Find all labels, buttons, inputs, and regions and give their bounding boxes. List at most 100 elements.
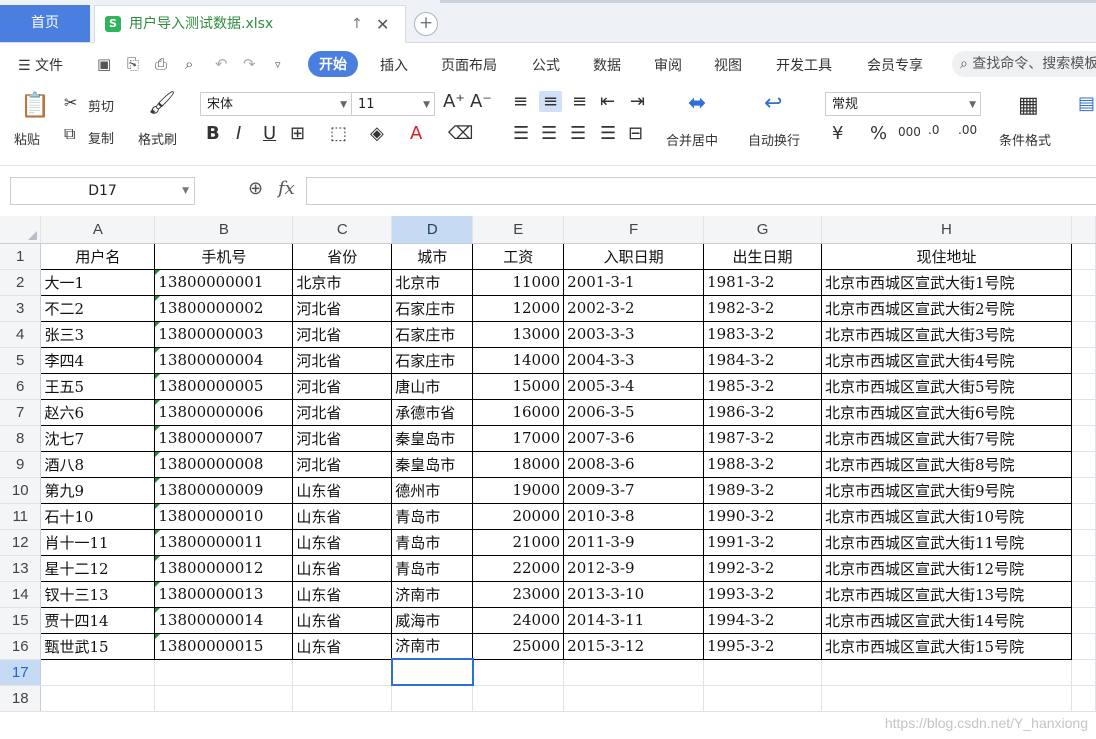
cell[interactable]: 山东省 (292, 476, 393, 504)
cell[interactable] (703, 659, 823, 686)
paste-button[interactable]: 粘贴 (14, 129, 40, 148)
tab-file[interactable]: S 用户导入测试数据.xlsx ↑ ✕ (94, 5, 406, 43)
cell[interactable]: 2010-3-8 (563, 502, 705, 530)
cell[interactable]: 20000 (472, 502, 565, 530)
cell[interactable]: 济南市 (391, 580, 474, 608)
copy-button[interactable]: 复制 (88, 128, 114, 147)
cell[interactable]: 大一1 (40, 268, 156, 296)
cell[interactable] (292, 659, 393, 686)
justify-icon[interactable]: ☰ (600, 123, 616, 144)
row-header[interactable]: 8 (0, 425, 42, 452)
cell[interactable]: 北京市西城区宣武大街10号院 (821, 502, 1072, 530)
paste-icon[interactable]: 📋 (20, 91, 50, 119)
cell[interactable]: 13800000004 (154, 346, 294, 374)
cell[interactable]: 1985-3-2 (703, 372, 823, 400)
cell[interactable]: 13800000011 (154, 528, 294, 556)
cell[interactable]: 北京市西城区宣武大街5号院 (821, 372, 1072, 400)
cell[interactable]: 2007-3-6 (563, 424, 705, 452)
customize-toolbar-icon[interactable]: ▿ (275, 58, 281, 71)
cell[interactable]: 肖十一11 (40, 528, 156, 556)
header-cell[interactable]: 出生日期 (703, 242, 823, 270)
row-header[interactable]: 17 (0, 659, 42, 686)
cell[interactable] (563, 659, 705, 686)
tab-review[interactable]: 审阅 (654, 55, 682, 75)
tab-formula[interactable]: 公式 (532, 55, 560, 75)
column-header-b[interactable]: B (154, 216, 294, 244)
column-header-e[interactable]: E (472, 216, 565, 244)
cell[interactable]: 2013-3-10 (563, 580, 705, 608)
cell[interactable]: 14000 (472, 346, 565, 374)
command-search[interactable]: ⌕ 查找命令、搜索模板 (952, 51, 1096, 77)
row-header[interactable]: 4 (0, 321, 42, 348)
cell[interactable]: 唐山市 (391, 372, 474, 400)
cell[interactable]: 1990-3-2 (703, 502, 823, 530)
cell[interactable]: 德州市 (391, 476, 474, 504)
cell[interactable]: 北京市西城区宣武大街11号院 (821, 528, 1072, 556)
cell[interactable]: 王五5 (40, 372, 156, 400)
row-header[interactable]: 6 (0, 373, 42, 400)
merge-center-icon[interactable]: ⬌ (688, 91, 706, 116)
header-cell[interactable]: 省份 (292, 242, 393, 270)
decrease-indent-icon[interactable]: ⇤ (600, 91, 615, 112)
row-header[interactable]: 5 (0, 347, 42, 374)
row-header[interactable]: 11 (0, 503, 42, 530)
cell[interactable]: 2004-3-3 (563, 346, 705, 374)
cell[interactable]: 13800000007 (154, 424, 294, 452)
cell[interactable]: 1989-3-2 (703, 476, 823, 504)
row-header[interactable]: 14 (0, 581, 42, 608)
tab-data[interactable]: 数据 (593, 55, 621, 75)
cell[interactable]: 北京市西城区宣武大街4号院 (821, 346, 1072, 374)
cell[interactable]: 1983-3-2 (703, 320, 823, 348)
font-name-select[interactable]: 宋体 ▼ (200, 92, 352, 116)
cell[interactable]: 北京市 (292, 268, 393, 296)
cell[interactable]: 北京市西城区宣武大街1号院 (821, 268, 1072, 296)
cell[interactable]: 2002-3-2 (563, 294, 705, 322)
merge-center-button[interactable]: 合并居中 (666, 130, 718, 149)
save-icon[interactable]: ▣ (97, 55, 111, 73)
conditional-format-icon[interactable]: ▦ (1018, 93, 1039, 118)
cell[interactable]: 山东省 (292, 580, 393, 608)
cell[interactable]: 1982-3-2 (703, 294, 823, 322)
tab-developer[interactable]: 开发工具 (776, 55, 832, 75)
bold-icon[interactable]: B (206, 123, 220, 144)
cell[interactable] (472, 685, 565, 712)
cell[interactable]: 青岛市 (391, 502, 474, 530)
cell[interactable]: 19000 (472, 476, 565, 504)
italic-icon[interactable]: I (236, 123, 241, 144)
cell[interactable]: 河北省 (292, 320, 393, 348)
cell[interactable]: 秦皇岛市 (391, 424, 474, 452)
cell[interactable]: 2001-3-1 (563, 268, 705, 296)
cell[interactable]: 北京市西城区宣武大街8号院 (821, 450, 1072, 478)
cell[interactable] (703, 685, 823, 712)
file-menu[interactable]: ☰ 文件 (18, 55, 63, 75)
cell[interactable]: 2014-3-11 (563, 606, 705, 634)
cell[interactable] (154, 685, 294, 712)
row-header[interactable]: 13 (0, 555, 42, 582)
cell[interactable] (40, 659, 156, 686)
cell[interactable]: 星十二12 (40, 554, 156, 582)
cell[interactable]: 2009-3-7 (563, 476, 705, 504)
cell[interactable]: 2008-3-6 (563, 450, 705, 478)
cell[interactable]: 13000 (472, 320, 565, 348)
header-cell[interactable]: 现住地址 (821, 242, 1072, 270)
cell[interactable]: 北京市 (391, 268, 474, 296)
cell[interactable]: 不二2 (40, 294, 156, 322)
header-cell[interactable]: 手机号 (154, 242, 294, 270)
cell[interactable]: 15000 (472, 372, 565, 400)
align-middle-icon[interactable]: ≡ (539, 91, 563, 112)
cell[interactable]: 1991-3-2 (703, 528, 823, 556)
row-header[interactable]: 18 (0, 685, 42, 712)
tab-home[interactable]: 首页 (0, 5, 90, 42)
increase-decimal-icon[interactable]: .0 (928, 123, 939, 137)
select-all-corner[interactable] (0, 216, 42, 244)
cell[interactable]: 石家庄市 (391, 346, 474, 374)
cell[interactable]: 赵六6 (40, 398, 156, 426)
brush-icon[interactable]: 🖌 (148, 91, 176, 116)
header-cell[interactable]: 工资 (472, 242, 565, 270)
cell[interactable]: 北京市西城区宣武大街9号院 (821, 476, 1072, 504)
cell[interactable] (563, 685, 705, 712)
new-tab-button[interactable]: + (414, 12, 438, 36)
cell[interactable]: 山东省 (292, 632, 393, 660)
thousands-icon[interactable]: 000 (898, 125, 921, 139)
clear-format-icon[interactable]: ⌫ (448, 123, 473, 144)
